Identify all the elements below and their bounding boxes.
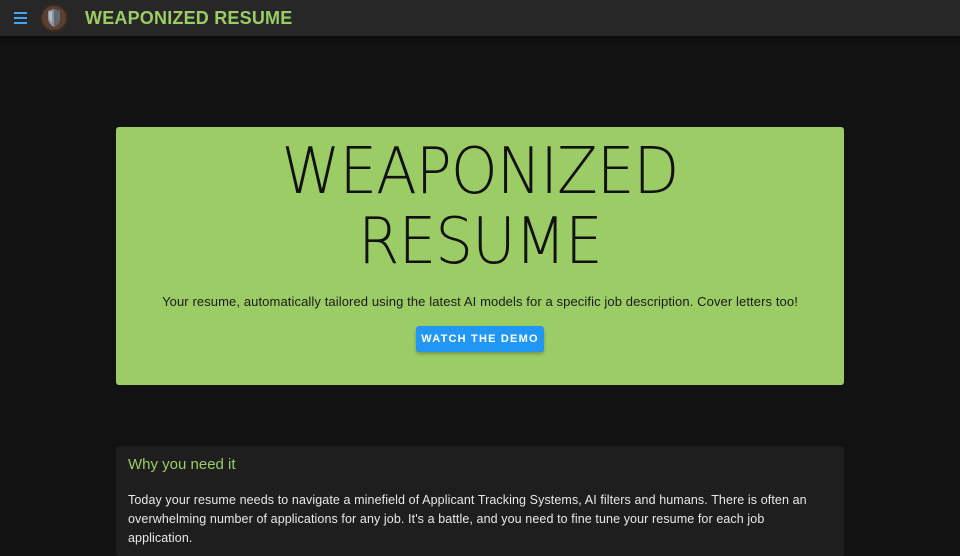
hero-banner: WEAPONIZED RESUME Your resume, automatic… [116,127,844,385]
hamburger-menu-icon [14,12,27,24]
app-title[interactable]: WEAPONIZED RESUME [85,8,292,29]
watch-demo-button[interactable]: WATCH THE DEMO [416,326,544,352]
why-section-text: Today your resume needs to navigate a mi… [128,493,807,545]
menu-button[interactable] [3,0,39,36]
hero-title-line-2: RESUME [358,205,603,279]
shield-logo-icon [40,4,68,32]
hero-subtitle: Your resume, automatically tailored usin… [162,294,798,309]
hero-title-line-1: WEAPONIZED [281,135,680,209]
app-bar: WEAPONIZED RESUME [0,0,960,36]
logo[interactable] [39,3,69,33]
hero-title: WEAPONIZED RESUME [141,127,818,277]
why-section-title: Why you need it [128,456,236,473]
